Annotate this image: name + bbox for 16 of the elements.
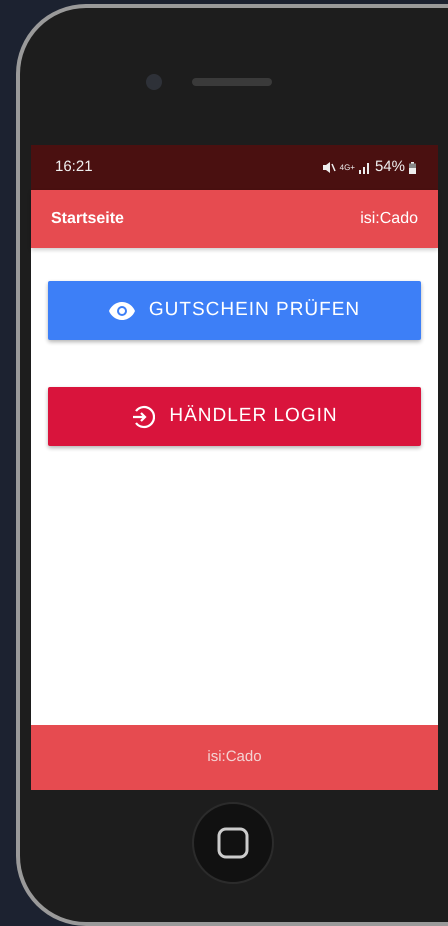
square-icon	[217, 827, 249, 859]
mute-icon	[322, 161, 336, 174]
brand-name: isi:Cado	[360, 209, 418, 229]
eye-icon	[108, 302, 135, 320]
signal-icon	[358, 162, 371, 174]
action-button[interactable]: HÄNDLER LOGIN	[48, 387, 421, 446]
footer-text: isi:Cado	[207, 747, 262, 768]
battery-percent: 54%	[374, 157, 405, 178]
app-title: Startseite	[51, 209, 124, 229]
network-type: 4G+	[340, 164, 355, 172]
battery-icon	[409, 162, 416, 174]
status-time: 16:21	[55, 157, 93, 178]
login-icon	[131, 404, 156, 428]
speaker-icon	[192, 78, 272, 86]
action-button[interactable]: GUTSCHEIN PRÜFEN	[48, 281, 421, 340]
camera-icon	[146, 74, 162, 90]
